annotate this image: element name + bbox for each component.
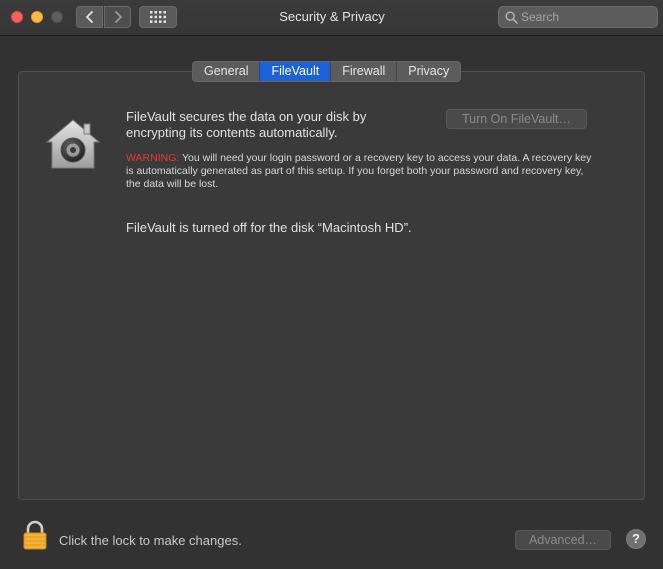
warning-label: WARNING:	[126, 152, 180, 164]
search-input[interactable]	[521, 8, 653, 26]
tab-filevault[interactable]: FileVault	[260, 62, 332, 81]
zoom-window-icon[interactable]	[51, 11, 63, 23]
help-icon[interactable]: ?	[626, 529, 646, 549]
advanced-button[interactable]: Advanced…	[515, 530, 611, 550]
lock-label: Click the lock to make changes.	[59, 533, 242, 548]
back-button[interactable]	[76, 6, 103, 28]
forward-button[interactable]	[104, 6, 131, 28]
minimize-window-icon[interactable]	[31, 11, 43, 23]
filevault-house-icon	[45, 119, 101, 169]
lock-icon[interactable]	[22, 520, 48, 550]
filevault-description: FileVault secures the data on your disk …	[126, 109, 367, 140]
tab-general[interactable]: General	[193, 62, 261, 81]
tab-privacy[interactable]: Privacy	[397, 62, 461, 81]
close-window-icon[interactable]	[11, 11, 23, 23]
tab-firewall[interactable]: Firewall	[331, 62, 398, 81]
filevault-status: FileVault is turned off for the disk “Ma…	[126, 220, 412, 235]
tab-bar: General FileVault Firewall Privacy	[192, 61, 462, 82]
show-all-button[interactable]	[139, 6, 177, 28]
turn-on-filevault-button[interactable]: Turn On FileVault…	[446, 109, 587, 129]
security-privacy-window: Security & Privacy General FileVault Fir…	[0, 0, 663, 569]
window-title: Security & Privacy	[279, 9, 385, 24]
search-field[interactable]	[498, 6, 658, 28]
warning-message: WARNING: You will need your login passwo…	[126, 152, 592, 191]
chevron-right-icon	[114, 11, 122, 23]
chevron-left-icon	[85, 11, 93, 23]
search-icon	[505, 11, 518, 24]
grid-icon	[150, 11, 166, 23]
warning-text: You will need your login password or a r…	[126, 152, 592, 190]
title-bar: Security & Privacy	[0, 0, 663, 36]
